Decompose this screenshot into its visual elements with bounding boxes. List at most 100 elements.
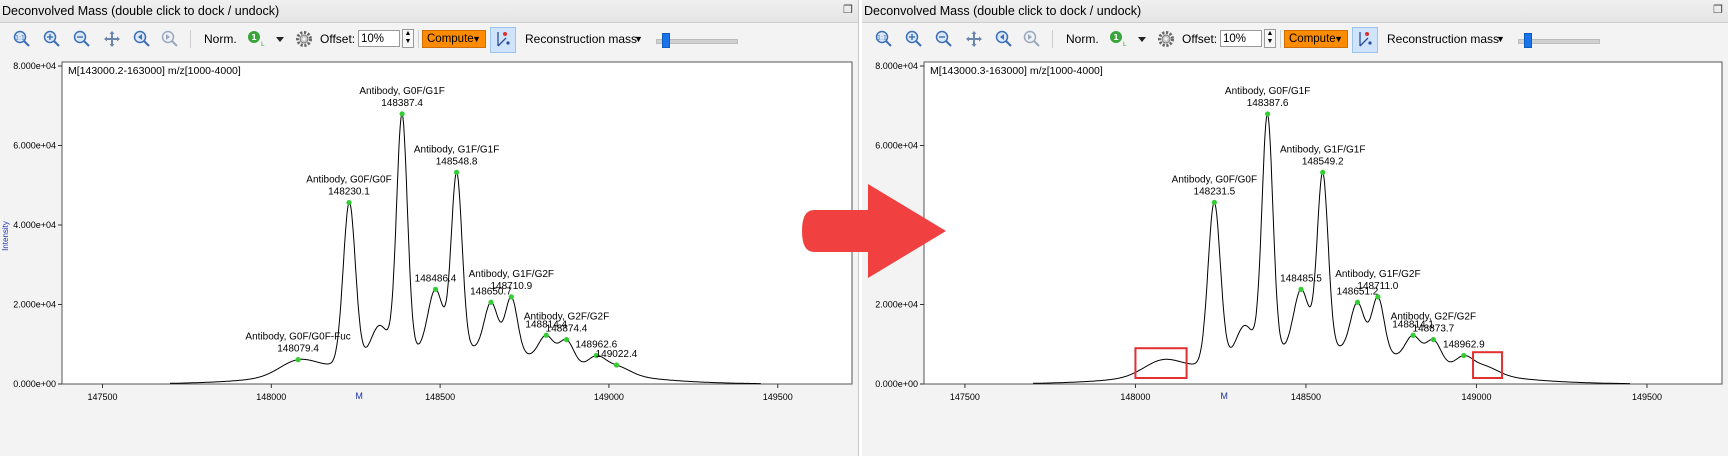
peak-marker: [453, 169, 460, 175]
zoom-out-icon[interactable]: [934, 29, 954, 49]
panel-title: Deconvolved Mass (double click to dock /…: [864, 4, 1142, 18]
norm-label[interactable]: Norm.: [1066, 28, 1099, 50]
compute-button[interactable]: Compute ▼: [422, 30, 486, 48]
offset-stepper[interactable]: ▲ ▼: [402, 29, 414, 48]
x-tick-label: 149000: [594, 392, 624, 402]
panel-title: Deconvolved Mass (double click to dock /…: [2, 4, 280, 18]
offset-label: Offset:: [1182, 32, 1218, 46]
select-mode-icon: [1359, 32, 1372, 47]
peak-mass-label: 148231.5: [1194, 186, 1236, 197]
select-mode-button[interactable]: [1352, 27, 1378, 53]
peak-marker: [1298, 286, 1304, 292]
y-tick-label: 6.000e+04: [875, 141, 918, 151]
peak-name-label: Antibody, G2F/G2F: [1391, 312, 1476, 323]
slider-handle[interactable]: [1524, 33, 1533, 48]
zoom-next-icon[interactable]: [1022, 29, 1042, 49]
reconstruction-mass-select[interactable]: Reconstruction mass: [1387, 28, 1499, 50]
peak-marker: [295, 357, 301, 363]
peak-name-label: Antibody, G0F/G0F: [1172, 174, 1257, 185]
x-axis-label: M: [355, 391, 363, 401]
x-tick-label: 149000: [1461, 392, 1491, 402]
peak-name-label: Antibody, G2F/G2F: [524, 312, 609, 323]
spectrum-plot[interactable]: 8.000e+046.000e+044.000e+042.000e+040.00…: [0, 56, 858, 456]
panel-titlebar[interactable]: Deconvolved Mass (double click to dock /…: [862, 0, 1728, 23]
x-tick-label: 148000: [1120, 392, 1150, 402]
slider-handle[interactable]: [662, 33, 671, 48]
x-tick-label: 149500: [1632, 392, 1662, 402]
peak-marker: [1320, 169, 1326, 175]
zoom-reset-icon[interactable]: 1:1: [874, 29, 894, 49]
chevron-down-icon[interactable]: ▼: [1496, 28, 1505, 50]
peak-mass-label: 148485.5: [1280, 273, 1322, 284]
select-mode-button[interactable]: [490, 27, 516, 53]
zoom-reset-icon[interactable]: 1:1: [12, 29, 32, 49]
peak-name-label: Antibody, G1F/G2F: [469, 269, 554, 280]
peak-name-label: Antibody, G1F/G1F: [414, 144, 499, 155]
chevron-down-icon[interactable]: [1132, 29, 1152, 49]
peak-marker: [563, 337, 570, 343]
peak-marker: [613, 362, 620, 368]
reconstruction-mass-select[interactable]: Reconstruction mass: [525, 28, 637, 50]
zoom-previous-icon[interactable]: [994, 29, 1014, 49]
peak-marker: [1354, 299, 1361, 305]
peak-marker: [1461, 352, 1467, 359]
compute-label: Compute: [427, 33, 474, 45]
norm-label[interactable]: Norm.: [204, 28, 237, 50]
plot-range-label: M[143000.2-163000] m/z[1000-4000]: [68, 65, 241, 77]
offset-input[interactable]: [358, 30, 400, 47]
y-tick-label: 0.000e+00: [13, 379, 56, 389]
y-tick-label: 6.000e+04: [13, 141, 56, 151]
chevron-down-icon: ▼: [472, 34, 481, 44]
peak-name-label: Antibody, G0F/G0F: [306, 175, 391, 186]
panel-titlebar[interactable]: Deconvolved Mass (double click to dock /…: [0, 0, 858, 23]
pan-icon[interactable]: [964, 29, 984, 49]
normalize-icon[interactable]: 1L: [246, 29, 266, 49]
chevron-down-icon[interactable]: ▼: [634, 28, 643, 50]
peak-mass-label: 148486.4: [415, 273, 457, 284]
peak-name-label: Antibody, G1F/G2F: [1335, 269, 1420, 280]
y-tick-label: 8.000e+04: [13, 61, 56, 71]
offset-input[interactable]: [1220, 30, 1262, 47]
svg-text:1: 1: [1113, 33, 1119, 42]
x-tick-label: 147500: [950, 392, 980, 402]
zoom-out-icon[interactable]: [72, 29, 92, 49]
undock-icon[interactable]: ❐: [842, 4, 854, 16]
compute-label: Compute: [1289, 33, 1336, 45]
peak-mass-label: 148387.4: [381, 98, 423, 109]
undock-icon[interactable]: ❐: [1712, 4, 1724, 16]
x-tick-label: 148000: [256, 392, 286, 402]
peak-mass-label: 148230.1: [328, 187, 370, 198]
toolbar: 1:1 Norm. 1L Offset: ▲▼ Compute▼ Reconst…: [0, 23, 858, 55]
peak-mass-label: 149022.4: [596, 349, 638, 360]
right-arrow-icon: [802, 184, 946, 278]
y-tick-label: 2.000e+04: [875, 300, 918, 310]
gear-icon[interactable]: [1156, 29, 1176, 49]
zoom-previous-icon[interactable]: [132, 29, 152, 49]
select-mode-icon: [497, 32, 510, 47]
peak-mass-label: 148873.7: [1413, 324, 1455, 335]
gear-icon[interactable]: [294, 29, 314, 49]
offset-stepper[interactable]: ▲ ▼: [1264, 29, 1276, 48]
normalize-icon[interactable]: 1L: [1108, 29, 1128, 49]
x-tick-label: 148500: [425, 392, 455, 402]
spectrum-plot[interactable]: 8.000e+046.000e+044.000e+042.000e+040.00…: [862, 56, 1728, 456]
peak-marker: [346, 199, 352, 206]
peak-marker: [488, 299, 494, 305]
peak-mass-label: 148387.6: [1247, 98, 1289, 109]
peak-marker: [1211, 199, 1217, 205]
compute-button[interactable]: Compute ▼: [1284, 30, 1348, 48]
zoom-in-icon[interactable]: [904, 29, 924, 49]
zoom-next-icon[interactable]: [160, 29, 180, 49]
peak-marker: [1375, 294, 1381, 300]
offset-label: Offset:: [320, 32, 356, 46]
x-tick-label: 149500: [763, 392, 793, 402]
y-tick-label: 8.000e+04: [875, 61, 918, 71]
deconvolved-mass-panel-right: Deconvolved Mass (double click to dock /…: [862, 0, 1728, 456]
pan-icon[interactable]: [102, 29, 122, 49]
peak-marker: [1430, 336, 1436, 343]
chevron-down-icon[interactable]: [270, 29, 290, 49]
svg-text:L: L: [261, 41, 265, 48]
zoom-in-icon[interactable]: [42, 29, 62, 49]
peak-name-label: Antibody, G0F/G1F: [1225, 86, 1310, 97]
toolbar: 1:1 Norm. 1L Offset: ▲▼ Compute▼ Reconst…: [862, 23, 1728, 55]
